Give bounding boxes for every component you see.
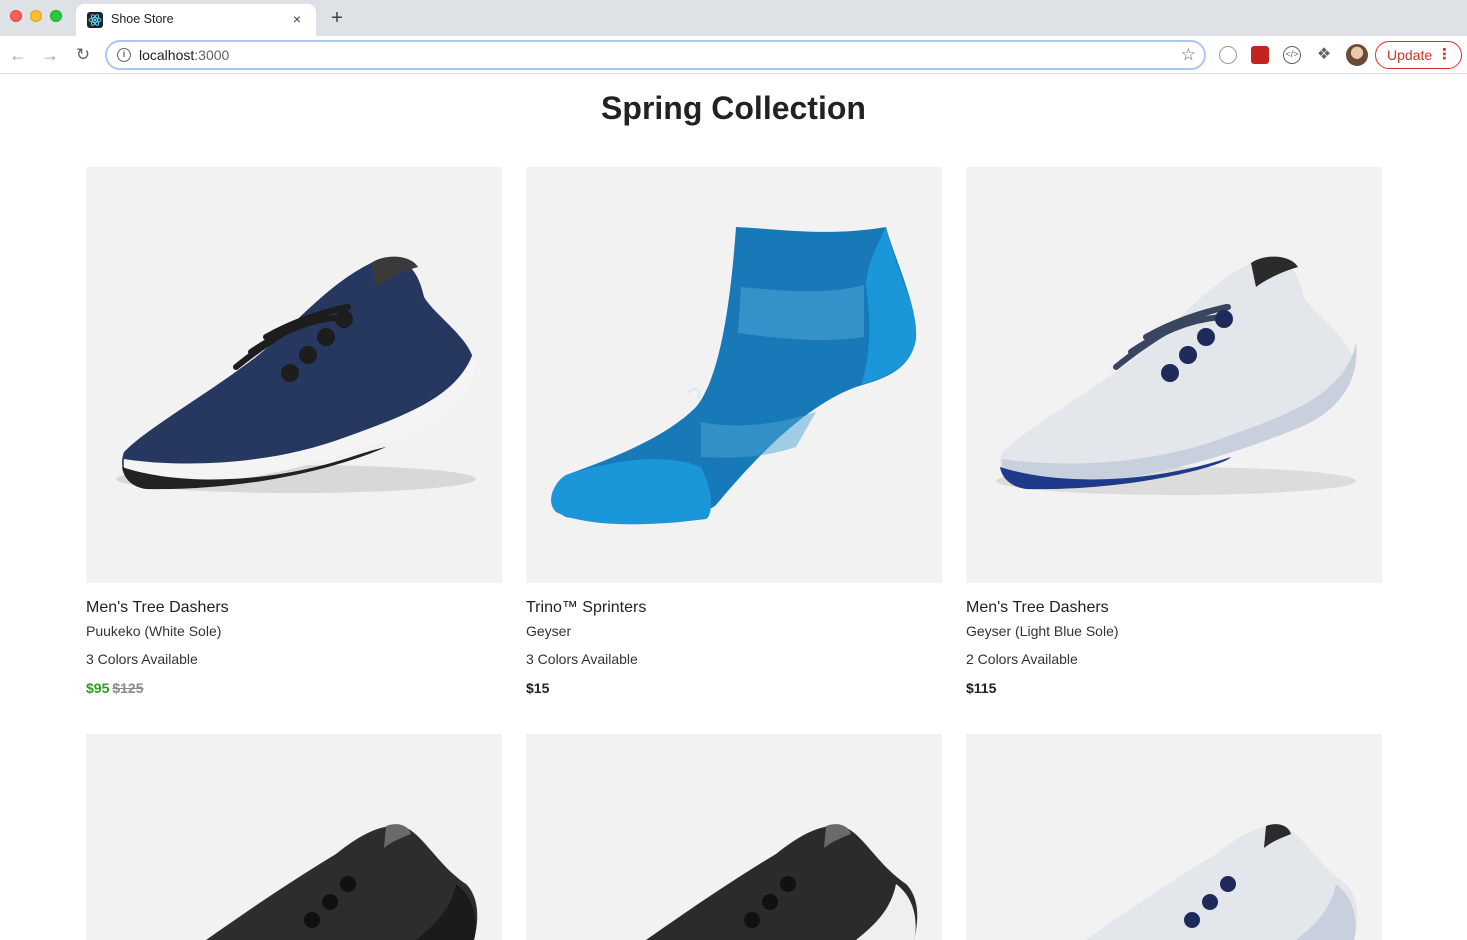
original-price: $125 [112, 680, 144, 696]
navy-shoe-icon[interactable] [86, 167, 502, 583]
minimize-window-button[interactable] [30, 10, 42, 22]
product-price: $115 [966, 680, 997, 696]
extension-icon[interactable]: </> [1283, 46, 1301, 64]
black-shoe-icon[interactable] [526, 734, 942, 940]
maximize-window-button[interactable] [50, 10, 62, 22]
product-colors: 3 Colors Available [526, 651, 638, 667]
info-icon[interactable]: i [117, 48, 131, 62]
product-name[interactable]: Trino™ Sprinters [526, 599, 646, 617]
new-tab-button[interactable]: + [326, 6, 348, 30]
page-title: Spring Collection [601, 90, 866, 126]
forward-arrow-icon[interactable]: → [39, 44, 61, 66]
black-shoe-icon[interactable] [86, 734, 502, 940]
url-port: :3000 [194, 47, 230, 63]
tab-bar: Shoe Store × + [0, 0, 1467, 36]
product-name[interactable]: Men's Tree Dashers [966, 599, 1109, 617]
puzzle-icon[interactable]: ❖ [1315, 46, 1333, 64]
extension-icon[interactable] [1251, 46, 1269, 64]
product-name[interactable]: Men's Tree Dashers [86, 599, 229, 617]
tab-title: Shoe Store [111, 12, 174, 26]
profile-avatar[interactable] [1346, 44, 1368, 66]
product-colors: 3 Colors Available [86, 651, 198, 667]
update-button[interactable]: Update ⋮ [1375, 41, 1462, 69]
close-icon[interactable]: × [288, 10, 306, 28]
update-label: Update [1387, 47, 1433, 63]
more-vert-icon: ⋮ [1437, 46, 1452, 63]
product-variant: Geyser (Light Blue Sole) [966, 623, 1119, 639]
product-colors: 2 Colors Available [966, 651, 1078, 667]
reload-icon[interactable]: ↻ [72, 44, 94, 66]
extension-icon[interactable] [1219, 46, 1237, 64]
browser-tab[interactable]: Shoe Store × [76, 4, 316, 36]
blue-sock-icon[interactable] [526, 167, 942, 583]
sale-price: $95 [86, 680, 110, 696]
address-bar[interactable]: i localhost:3000 ☆ [105, 40, 1206, 70]
light-shoe-icon[interactable] [966, 734, 1382, 940]
bookmark-star-icon[interactable]: ☆ [1181, 45, 1196, 65]
light-shoe-icon[interactable] [966, 167, 1382, 583]
product-price: $95 $125 [86, 680, 144, 696]
product-variant: Geyser [526, 623, 572, 639]
product-variant: Puukeko (White Sole) [86, 623, 222, 639]
product-price: $15 [526, 680, 550, 696]
back-arrow-icon[interactable]: ← [7, 44, 29, 66]
browser-toolbar: ← → ↻ i localhost:3000 ☆ [0, 36, 1467, 74]
react-logo-icon [87, 12, 103, 28]
url-host: localhost [139, 47, 195, 63]
close-window-button[interactable] [10, 10, 22, 22]
url-text[interactable]: localhost:3000 [139, 47, 229, 63]
